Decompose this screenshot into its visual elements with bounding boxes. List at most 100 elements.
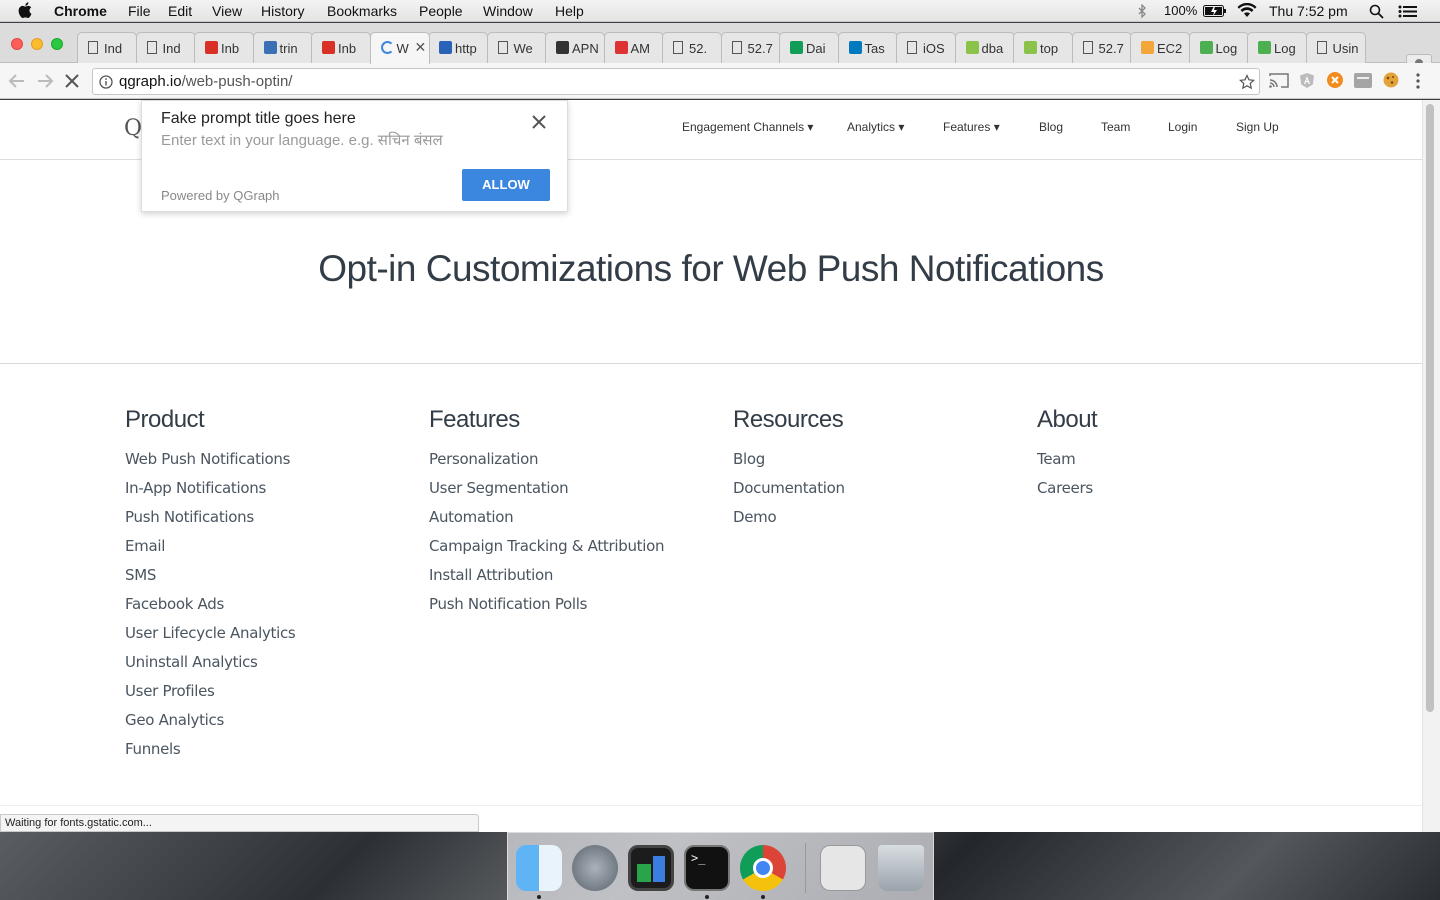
bluetooth-icon[interactable] (1137, 4, 1147, 18)
footer-link[interactable]: Geo Analytics (125, 711, 295, 740)
nav-sign-up[interactable]: Sign Up (1236, 120, 1279, 134)
nav-engagement-channels[interactable]: Engagement Channels ▾ (682, 120, 813, 134)
footer-link[interactable]: Web Push Notifications (125, 450, 295, 479)
forward-arrow-icon[interactable] (36, 73, 54, 89)
tab-16[interactable]: top (1013, 32, 1073, 63)
tab-5[interactable]: W ✕ (369, 32, 430, 64)
address-bar[interactable]: qgraph.io/web-push-optin/ (92, 68, 1260, 95)
gray-extension-icon[interactable] (1354, 73, 1372, 88)
close-icon[interactable] (530, 113, 548, 131)
menu-file[interactable]: File (128, 3, 151, 19)
footer-link[interactable]: In-App Notifications (125, 479, 295, 508)
info-icon[interactable] (99, 75, 113, 89)
footer-link[interactable]: Team (1037, 450, 1097, 479)
footer-link[interactable]: Uninstall Analytics (125, 653, 295, 682)
tab-17[interactable]: 52.7 (1071, 32, 1132, 63)
menu-history[interactable]: History (261, 3, 305, 19)
menu-people[interactable]: People (419, 3, 463, 19)
nav-analytics[interactable]: Analytics ▾ (847, 120, 904, 134)
footer-link[interactable]: User Profiles (125, 682, 295, 711)
cast-icon[interactable] (1269, 72, 1289, 89)
angular-extension-icon[interactable] (1299, 72, 1315, 89)
footer-link[interactable]: Demo (733, 508, 845, 537)
footer-link[interactable]: Facebook Ads (125, 595, 295, 624)
tab-18[interactable]: EC2 (1130, 32, 1190, 63)
finder-icon[interactable] (516, 845, 562, 891)
tab-7[interactable]: We (486, 32, 547, 63)
activity-monitor-icon[interactable] (628, 845, 674, 891)
footer-link[interactable]: Funnels (125, 740, 295, 769)
footer-link[interactable]: Documentation (733, 479, 845, 508)
tab-10[interactable]: 52. (662, 32, 722, 63)
tab-21[interactable]: Usin (1305, 32, 1366, 63)
footer-link[interactable]: Campaign Tracking & Attribution (429, 537, 665, 566)
stop-loading-icon[interactable] (64, 73, 80, 89)
nav-team[interactable]: Team (1101, 120, 1130, 134)
spotlight-search-icon[interactable] (1369, 4, 1384, 19)
tab-6[interactable]: http (428, 32, 488, 63)
orange-extension-icon[interactable] (1327, 72, 1343, 88)
zoom-window-button[interactable] (51, 38, 63, 50)
opt-in-prompt: Fake prompt title goes here Powered by Q… (141, 100, 568, 212)
bookmark-star-icon[interactable] (1239, 74, 1255, 90)
footer-link[interactable]: Automation (429, 508, 664, 537)
url-host: qgraph.io (119, 73, 182, 90)
nav-features[interactable]: Features ▾ (943, 120, 1000, 134)
footer-link[interactable]: Push Notifications (125, 508, 295, 537)
chrome-dock-icon[interactable] (740, 845, 786, 891)
terminal-icon[interactable]: >_ (684, 845, 730, 891)
footer-link[interactable]: Push Notification Polls (429, 595, 664, 624)
cookie-extension-icon[interactable] (1383, 72, 1399, 88)
notification-center-icon[interactable] (1398, 5, 1418, 18)
apple-menu-icon[interactable] (18, 2, 32, 18)
tab-4[interactable]: Inb (311, 32, 371, 63)
menu-view[interactable]: View (212, 3, 242, 19)
battery-icon[interactable] (1203, 5, 1227, 17)
footer-link[interactable]: User Lifecycle Analytics (125, 624, 296, 653)
tab-12[interactable]: Dai (779, 32, 839, 63)
allow-button[interactable]: ALLOW (462, 169, 550, 201)
tab-19[interactable]: Log (1188, 32, 1249, 63)
minimize-window-button[interactable] (31, 38, 43, 50)
tab-15[interactable]: dba (954, 32, 1015, 63)
nav-blog[interactable]: Blog (1039, 120, 1063, 134)
url-text[interactable]: qgraph.io/web-push-optin/ (119, 73, 292, 90)
tab-9[interactable]: AM (603, 32, 664, 63)
tab-0[interactable]: Ind (77, 32, 137, 63)
scrollbar-thumb[interactable] (1426, 104, 1434, 712)
nav-login[interactable]: Login (1168, 120, 1197, 134)
close-window-button[interactable] (11, 38, 23, 50)
site-logo[interactable]: Q (124, 116, 142, 141)
menu-edit[interactable]: Edit (168, 3, 192, 19)
tab-13[interactable]: Tas (837, 32, 898, 63)
wifi-icon[interactable] (1237, 3, 1257, 18)
menu-help[interactable]: Help (555, 3, 584, 19)
tab-1[interactable]: Ind (135, 32, 196, 63)
footer-link[interactable]: Email (125, 537, 295, 566)
footer-link[interactable]: Blog (733, 450, 845, 479)
tab-20[interactable]: Log (1247, 32, 1307, 63)
menu-clock[interactable]: Thu 7:52 pm (1269, 3, 1348, 19)
bars-icon (1024, 41, 1037, 54)
tab-8[interactable]: APN (545, 32, 605, 63)
footer-link[interactable]: Careers (1037, 479, 1097, 508)
tab-3[interactable]: trin (252, 32, 313, 63)
footer-link[interactable]: Personalization (429, 450, 664, 479)
menu-app-name[interactable]: Chrome (54, 3, 107, 19)
prompt-title: Fake prompt title goes here (161, 110, 356, 127)
chrome-window-thumbnail-icon[interactable] (820, 845, 866, 891)
tab-14[interactable]: iOS (896, 32, 956, 63)
footer-link[interactable]: Install Attribution (429, 566, 664, 595)
back-arrow-icon[interactable] (8, 73, 26, 89)
prompt-text-input[interactable] (161, 130, 491, 150)
chrome-menu-icon[interactable] (1414, 72, 1422, 90)
menu-bookmarks[interactable]: Bookmarks (327, 3, 397, 19)
tab-close-icon[interactable]: ✕ (415, 39, 427, 56)
launchpad-icon[interactable] (572, 845, 618, 891)
trash-icon[interactable] (878, 845, 924, 891)
tab-2[interactable]: Inb (194, 32, 254, 63)
footer-link[interactable]: SMS (125, 566, 295, 595)
menu-window[interactable]: Window (483, 3, 533, 19)
tab-11[interactable]: 52.7 (720, 32, 781, 63)
footer-link[interactable]: User Segmentation (429, 479, 664, 508)
